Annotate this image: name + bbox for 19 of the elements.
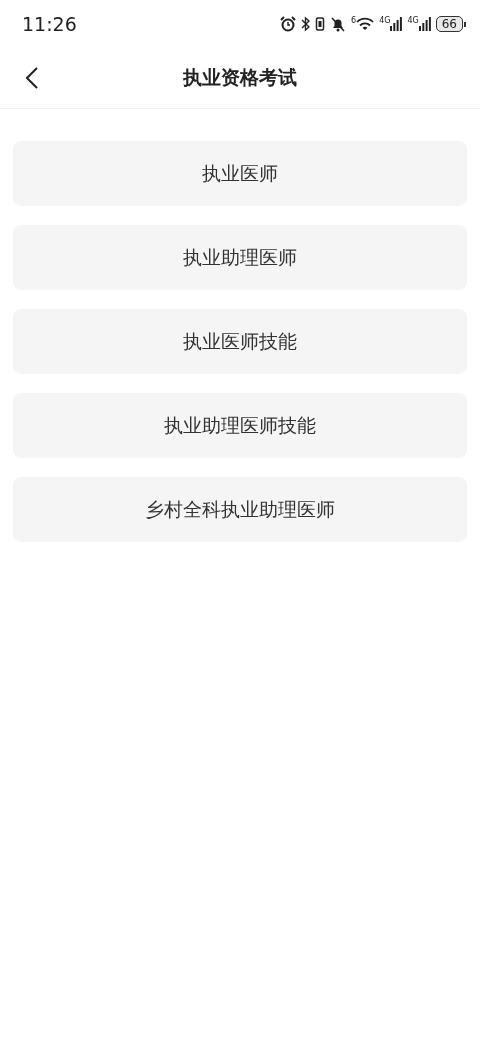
exam-option[interactable]: 执业医师 [13,141,467,206]
wifi-label: 6 [351,17,357,25]
wifi-icon [356,17,375,31]
mute-bell-icon [330,16,347,32]
bluetooth-icon [301,16,311,32]
vibrate-icon [315,16,326,32]
clock-time: 11:26 [22,13,77,35]
alarm-clock-icon [280,16,297,32]
exam-option[interactable]: 执业助理医师 [13,225,467,290]
exam-option[interactable]: 执业助理医师技能 [13,393,467,458]
page-title: 执业资格考试 [183,65,297,90]
network-label: 4G [407,17,419,25]
exam-option[interactable]: 乡村全科执业助理医师 [13,477,467,542]
back-button[interactable] [26,67,38,89]
network-label: 4G [379,17,391,25]
signal-bars-icon [390,17,403,31]
exam-option[interactable]: 执业医师技能 [13,309,467,374]
battery-level: 66 [435,16,463,32]
signal-bars-icon [418,17,431,31]
